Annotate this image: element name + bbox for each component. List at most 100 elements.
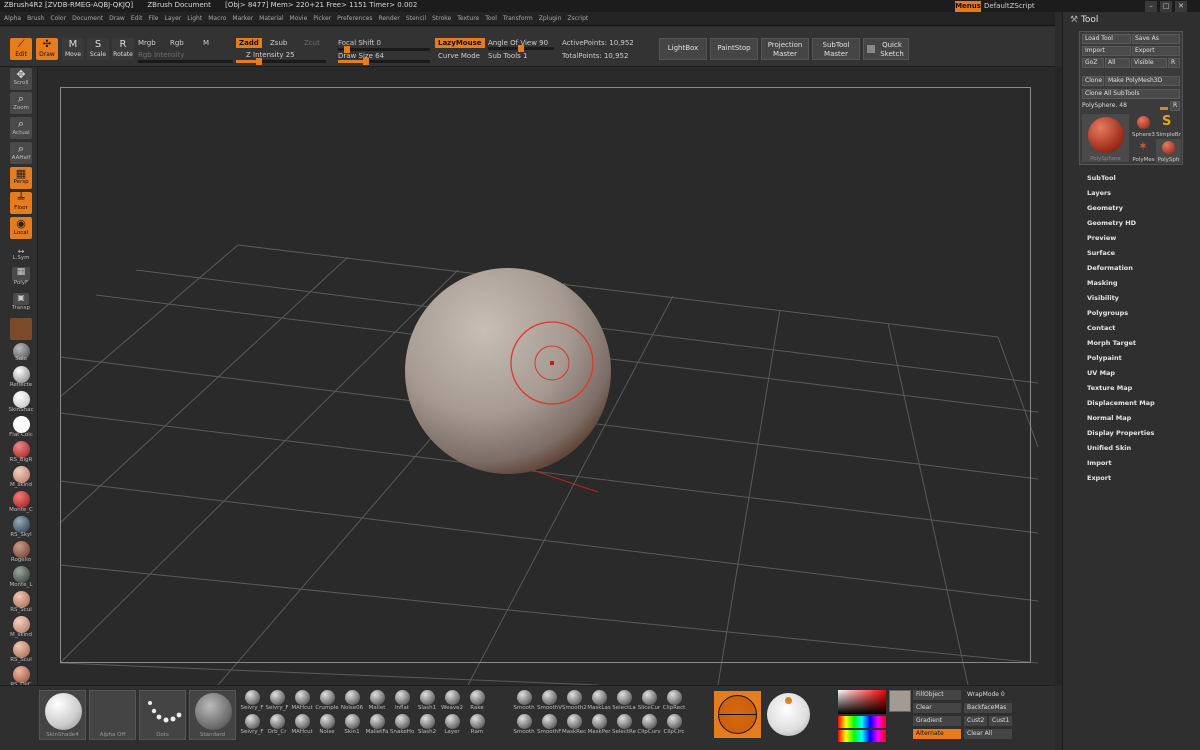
tool-menu-item[interactable]: Polygroups	[1087, 309, 1128, 317]
tool-menu-item[interactable]: Geometry HD	[1087, 219, 1136, 227]
polysphere-thumb[interactable]: PolySphere	[1082, 114, 1129, 162]
tool-menu-item[interactable]: Masking	[1087, 279, 1118, 287]
fill-object-button[interactable]: FillObject	[913, 690, 961, 700]
angle-of-view-slider[interactable]	[488, 45, 554, 52]
zcut-button[interactable]: Zcut	[304, 39, 320, 47]
goz-button[interactable]: GoZ	[1082, 58, 1104, 68]
menu-marker[interactable]: Marker	[228, 12, 255, 22]
brush-item[interactable]: MAHcut	[290, 690, 314, 711]
menu-zplugin[interactable]: Zplugin	[535, 12, 564, 22]
lightbox-button[interactable]: LightBox	[659, 38, 707, 60]
menu-tool[interactable]: Tool	[481, 12, 499, 22]
tray-divider[interactable]	[1055, 67, 1062, 685]
brush-item[interactable]: SnakeHo	[390, 714, 414, 735]
secondary-hue-bar[interactable]	[838, 730, 886, 742]
tool-menu-item[interactable]: Import	[1087, 459, 1112, 467]
zsub-button[interactable]: Zsub	[270, 39, 287, 47]
r-small-button[interactable]: R	[1170, 101, 1180, 111]
brush-item[interactable]: Orb_Cr	[265, 714, 289, 735]
menu-file[interactable]: File	[144, 12, 160, 22]
edit-button[interactable]: ⟋ Edit	[10, 38, 32, 60]
curve-mode-button[interactable]: Curve Mode	[438, 52, 480, 60]
menu-texture[interactable]: Texture	[453, 12, 481, 22]
lazymouse-button[interactable]: LazyMouse	[435, 38, 485, 48]
menu-picker[interactable]: Picker	[309, 12, 333, 22]
rgb-button[interactable]: Rgb	[170, 39, 184, 47]
lsym-label[interactable]: L.Sym	[4, 255, 38, 261]
draw-size-knob[interactable]	[362, 58, 369, 65]
menu-light[interactable]: Light	[183, 12, 204, 22]
menu-draw[interactable]: Draw	[105, 12, 127, 22]
persp-button[interactable]: ▦	[10, 167, 32, 189]
menu-macro[interactable]: Macro	[204, 12, 228, 22]
m-skind2-material[interactable]	[13, 616, 30, 633]
tool-menu-item[interactable]: Displacement Map	[1087, 399, 1155, 407]
focal-shift-slider[interactable]	[338, 46, 430, 53]
menu-movie[interactable]: Movie	[286, 12, 310, 22]
brush-item[interactable]: SmoothF	[537, 714, 561, 735]
z-intensity-knob[interactable]	[255, 58, 262, 65]
brush-item[interactable]: MaskRec	[562, 714, 586, 735]
quick-sketch-button[interactable]: Quick Sketch	[863, 38, 909, 60]
menu-stencil[interactable]: Stencil	[402, 12, 428, 22]
import-button[interactable]: Import	[1082, 46, 1131, 56]
tool-menu-item[interactable]: Texture Map	[1087, 384, 1132, 392]
hue-bar[interactable]	[838, 716, 886, 728]
brush-item[interactable]: Smooth2	[562, 690, 587, 711]
alpha-thumb[interactable]: Alpha Off	[89, 690, 136, 740]
menu-document[interactable]: Document	[68, 12, 105, 22]
clone-all-subtools-button[interactable]: Clone All SubTools	[1082, 89, 1180, 99]
polyf-button[interactable]: ▦	[12, 267, 30, 281]
brush-item[interactable]: Skin1	[340, 714, 364, 735]
load-tool-button[interactable]: Load Tool	[1082, 34, 1131, 44]
scroll-button[interactable]: ✥	[10, 68, 32, 90]
brush-item[interactable]: Slash1	[415, 690, 439, 711]
tool-menu-item[interactable]: SubTool	[1087, 174, 1116, 182]
simplebrush-thumb[interactable]: S SimpleBr	[1156, 114, 1181, 138]
brush-item[interactable]: Inflat	[390, 690, 414, 711]
menu-edit[interactable]: Edit	[127, 12, 145, 22]
rs-bigr-material[interactable]	[13, 441, 30, 458]
sphere3-thumb[interactable]: Sphere3	[1131, 114, 1156, 138]
brush-item[interactable]: Selvry_F	[240, 714, 264, 735]
monte-l-material[interactable]	[13, 566, 30, 583]
brush-item[interactable]: Noise	[315, 714, 339, 735]
brush-item[interactable]: Smooth	[512, 690, 536, 711]
tool-menu-item[interactable]: Export	[1087, 474, 1111, 482]
tool-menu-item[interactable]: Preview	[1087, 234, 1116, 242]
rs-oilc-material[interactable]	[13, 666, 30, 683]
stroke-thumb[interactable]: Dots	[139, 690, 186, 740]
brush-item[interactable]: MAHcut	[290, 714, 314, 735]
tool-menu-item[interactable]: Visibility	[1087, 294, 1119, 302]
brush-item[interactable]: ClipCurv	[637, 714, 661, 735]
backface-mask-button[interactable]: BackfaceMas	[964, 703, 1012, 713]
material-preview[interactable]	[765, 691, 812, 738]
menu-zscript[interactable]: Zscript	[563, 12, 590, 22]
draw-button[interactable]: ✣ Draw	[36, 38, 58, 60]
brush-item[interactable]: Noise06	[340, 690, 364, 711]
m-button[interactable]: M	[203, 39, 209, 47]
m-skind-material[interactable]	[13, 466, 30, 483]
maximize-icon[interactable]: □	[1160, 1, 1172, 12]
brush-item[interactable]: SelectLa	[612, 690, 636, 711]
alternate-button[interactable]: Alternate	[913, 729, 961, 739]
minimize-icon[interactable]: –	[1145, 1, 1157, 12]
brush-item[interactable]: MalletFa	[365, 714, 389, 735]
rs-scul-material[interactable]	[13, 591, 30, 608]
brush-item[interactable]: Ram	[465, 714, 489, 735]
brush-item[interactable]: MaskPer	[587, 714, 611, 735]
move-button[interactable]: M Move	[62, 38, 84, 60]
wrapmode-slider[interactable]: WrapMode 0	[964, 690, 1012, 700]
current-tool-slider-knob[interactable]	[1160, 107, 1168, 110]
brush-item[interactable]: Rake	[465, 690, 489, 711]
tool-menu-item[interactable]: Geometry	[1087, 204, 1123, 212]
transp-button[interactable]: ▣	[13, 293, 29, 305]
monte-c-material[interactable]	[13, 491, 30, 508]
brush-item[interactable]: SmoothV	[537, 690, 562, 711]
menu-transform[interactable]: Transform	[499, 12, 535, 22]
tool-menu-item[interactable]: Deformation	[1087, 264, 1133, 272]
tool-menu-item[interactable]: Normal Map	[1087, 414, 1131, 422]
color-picker-square[interactable]	[838, 690, 886, 714]
angle-of-view-knob[interactable]	[518, 45, 524, 52]
menu-color[interactable]: Color	[46, 12, 68, 22]
